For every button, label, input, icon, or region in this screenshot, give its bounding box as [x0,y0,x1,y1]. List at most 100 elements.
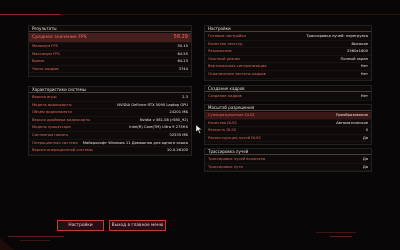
scaling-row: Резкость DLSS 0 [205,127,371,135]
top-glitch-accent [0,14,60,15]
scaling-row-label: Суперразрешение DLSS [208,113,255,117]
system-row-value: 24201 МБ [169,110,188,115]
scaling-row: Реконструкция лучей DLSS Да [205,135,371,143]
framegen-panel: Создание кадров Создание кадров Нет [204,85,372,101]
scaling-row: Качество DLSS Автоматическое [205,120,371,128]
scaling-row-value: 0 [365,128,368,133]
system-row: Операционная система Майкрософт Windows 1… [29,140,191,148]
framegen-row-label: Создание кадров [208,94,242,98]
results-row-value: 3744 [178,66,188,71]
settings-row: Оконный режим Полный экран [205,56,371,64]
settings-row: Ограничение частоты кадров Нет [205,71,371,79]
results-panel: Результаты Среднее значение FPS 58.29 Ми… [28,25,192,77]
raytracing-row: Трассировка пути Да [205,164,371,172]
framegen-row: Создание кадров Нет [205,93,371,101]
system-row-label: Объём видеопамяти [32,110,72,115]
results-row-value: 64.23 [177,59,188,64]
system-row: Объём видеопамяти 24201 МБ [29,109,191,117]
results-row-label: Минимум FPS [32,44,58,48]
results-row: Максимум FPS 64.55 [29,51,191,59]
settings-row-label: Ограничение частоты кадров [208,71,266,76]
raytracing-row-label: Трассировка лучей включена [208,157,266,161]
results-row-label: Время [32,59,45,64]
results-row-value: 50.15 [177,44,188,48]
system-row-value: Майкрософт Windows 11 Домашняя для одног… [82,140,188,145]
settings-row-label: Оконный режим [208,56,240,61]
scaling-row-label: Качество DLSS [208,120,237,125]
results-row: Число кадров 3744 [29,66,191,74]
avg-fps-value: 58.29 [173,34,188,40]
system-row-label: Системная память [32,132,69,137]
system-row-label: Модель процессора [32,125,71,130]
raytracing-row-label: Трассировка пути [208,164,243,169]
settings-row: Разрешение 2560x1600 [205,48,371,56]
bottom-glitch-line [8,236,64,237]
settings-header: Настройки [205,26,371,32]
bottom-left-triangle-icon [0,238,14,250]
system-row-label: Операционная система [32,140,78,145]
settings-row-value: 2560x1600 [347,49,368,54]
results-row: Время 64.23 [29,58,191,66]
raytracing-header: Трассировка лучей [205,149,371,155]
settings-row-value: Высокое [351,41,368,46]
results-header: Результаты [29,26,191,32]
raytracing-row-value: Да [362,164,368,169]
system-row-label: Версия игры [32,95,57,99]
settings-row-label: Готовые настройки [208,34,246,38]
raytracing-panel: Трассировка лучей Трассировка лучей вклю… [204,148,372,172]
scaling-row-value: Преобразование [335,113,368,117]
settings-row-value: Трассировка лучей: перегрузка [306,34,368,38]
settings-row: Готовые настройки Трассировка лучей: пере… [205,33,371,41]
bottom-right-glitch [316,232,356,233]
system-row-value: 10.0.26100 [166,148,188,153]
scaling-row-label: Реконструкция лучей DLSS [208,135,261,140]
system-row: Модель видеокарты NVIDIA GeForce RTX 5090… [29,102,191,110]
results-row-label: Число кадров [32,66,59,71]
raytracing-row: Трассировка лучей включена Да [205,156,371,164]
scaling-row-label: Резкость DLSS [208,128,237,133]
system-row: Версия драйвера видеокарты Nvidia v 581.0… [29,117,191,125]
settings-panel: Настройки Готовые настройки Трассировка л… [204,25,372,81]
scaling-panel: Масштаб разрешения Суперразрешение DLSS П… [204,104,372,145]
raytracing-row-value: Да [362,157,368,161]
system-row-value: Nvidia v 581.08 (r580_92) [139,117,188,122]
avg-fps-row: Среднее значение FPS 58.29 [29,33,191,43]
bottom-right-glitch [330,236,352,237]
settings-row-value: Нет [360,64,368,69]
top-glitch-line [0,14,400,15]
settings-row: Вертикальная синхронизация Нет [205,63,371,71]
settings-row-value: Нет [360,71,368,76]
exit-to-menu-button[interactable]: Выход в главное меню [109,220,166,231]
scaling-header: Масштаб разрешения [205,105,371,111]
results-row: Минимум FPS 50.15 [29,43,191,51]
system-row-label: Модель видеокарты [32,102,72,107]
system-row-value: Intel(R) Core(TM) Ultra 9 275HX [129,125,188,130]
settings-button[interactable]: Настройки [57,220,104,231]
system-row: Системная память 32535 МБ [29,132,191,140]
system-row: Модель процессора Intel(R) Core(TM) Ultra… [29,124,191,132]
results-row-value: 64.55 [177,51,188,56]
scaling-row-value: Автоматическое [336,120,368,125]
settings-row-value: Полный экран [340,56,368,61]
avg-fps-label: Среднее значение FPS [32,35,87,40]
system-row-value: 32535 МБ [169,132,188,137]
system-row: Версия игры 2.3 [29,94,191,102]
results-row-label: Максимум FPS [32,51,60,56]
scaling-row: Суперразрешение DLSS Преобразование [205,112,371,120]
system-row-value: 2.3 [182,95,188,99]
framegen-row-value: Нет [360,94,368,98]
system-row-label: Версия операционной системы [32,148,93,153]
system-panel: Характеристики системы Версия игры 2.3 Мо… [28,86,192,156]
cursor-icon [196,125,202,134]
scaling-row-value: Да [362,135,368,140]
system-row-value: NVIDIA GeForce RTX 5090 Laptop GPU [117,102,188,107]
system-row-label: Версия драйвера видеокарты [32,117,91,122]
system-row: Версия операционной системы 10.0.26100 [29,147,191,155]
bottom-glitch-line [20,240,50,241]
settings-row: Качество текстур Высокое [205,41,371,49]
settings-row-label: Качество текстур [208,41,243,46]
settings-row-label: Вертикальная синхронизация [208,64,267,69]
system-header: Характеристики системы [29,87,191,93]
framegen-header: Создание кадров [205,86,371,92]
settings-row-label: Разрешение [208,49,232,54]
